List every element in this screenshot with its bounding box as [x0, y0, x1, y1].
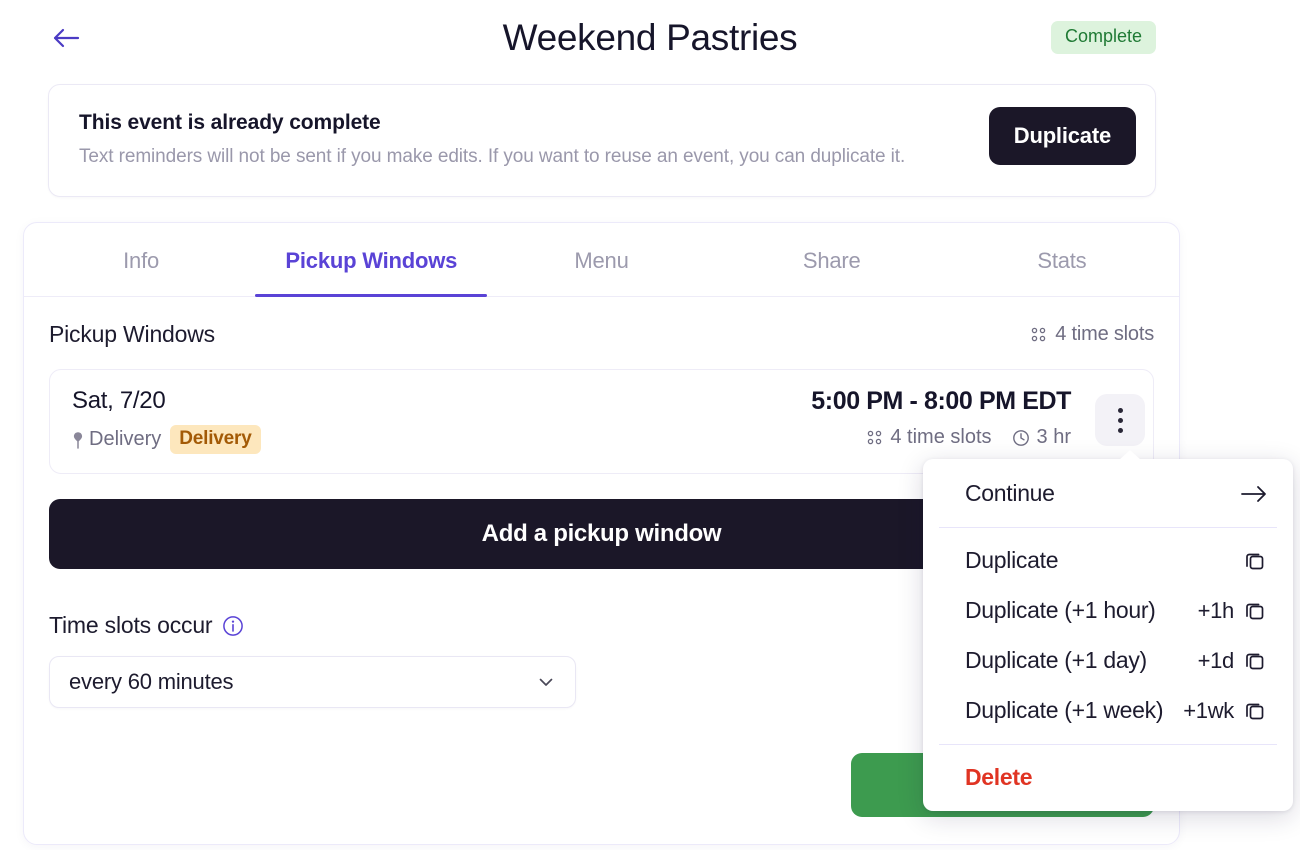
menu-item-delete[interactable]: Delete: [923, 753, 1293, 803]
menu-item-duplicate-plus-1-hour[interactable]: Duplicate (+1 hour) +1h: [923, 586, 1293, 636]
menu-item-duplicate-plus-1-hour-right: +1h: [1198, 598, 1267, 624]
tab-stats[interactable]: Stats: [947, 223, 1177, 296]
time-slots-occur-select[interactable]: every 60 minutes: [49, 656, 576, 708]
page-header: Weekend Pastries Complete: [0, 0, 1300, 75]
section-slot-count: 4 time slots: [1030, 323, 1154, 346]
copy-icon: [1243, 549, 1267, 573]
section-title: Pickup Windows: [49, 321, 215, 348]
kebab-dot: [1118, 428, 1123, 433]
alert-action: Duplicate: [989, 107, 1136, 165]
pickup-window-slot-count-label: 4 time slots: [890, 426, 991, 449]
tab-menu[interactable]: Menu: [486, 223, 716, 296]
menu-item-continue[interactable]: Continue: [923, 469, 1293, 519]
menu-item-continue-right: [1241, 484, 1267, 504]
event-complete-alert: This event is already complete Text remi…: [48, 84, 1156, 197]
copy-icon: [1243, 699, 1267, 723]
delivery-chip: Delivery: [170, 425, 260, 454]
alert-subtitle: Text reminders will not be sent if you m…: [79, 146, 1125, 168]
kebab-dot: [1118, 418, 1123, 423]
tab-pickup-windows[interactable]: Pickup Windows: [256, 223, 486, 296]
pickup-window-duration: 3 hr: [1012, 426, 1071, 449]
pickup-window-kebab-menu-button[interactable]: [1095, 394, 1145, 446]
clock-icon: [1012, 429, 1030, 447]
menu-item-duplicate-right: [1234, 549, 1267, 573]
menu-item-duplicate-plus-1-week-badge: +1wk: [1183, 698, 1234, 724]
back-button[interactable]: [48, 20, 84, 56]
menu-item-continue-label: Continue: [965, 480, 1055, 507]
menu-separator: [939, 744, 1277, 745]
pickup-window-location: Delivery: [72, 428, 161, 451]
copy-icon: [1243, 649, 1267, 673]
pickup-window-stats: 4 time slots 3 hr: [811, 426, 1071, 449]
pickup-window-left: Sat, 7/20 Delivery Delivery: [72, 387, 261, 454]
time-slots-occur-label: Time slots occur: [49, 612, 212, 639]
pickup-window-location-label: Delivery: [89, 428, 161, 451]
pickup-window-subrow: Delivery Delivery: [72, 425, 261, 454]
pickup-window-context-menu: Continue Duplicate Duplicate (+1 hour): [923, 459, 1293, 811]
pickup-window-right: 5:00 PM - 8:00 PM EDT 4 time slots: [811, 387, 1131, 449]
alert-title: This event is already complete: [79, 111, 1125, 135]
chevron-down-icon: [535, 671, 557, 693]
menu-item-duplicate[interactable]: Duplicate: [923, 536, 1293, 586]
tab-share[interactable]: Share: [717, 223, 947, 296]
menu-item-duplicate-label: Duplicate: [965, 547, 1058, 574]
arrow-left-icon: [51, 26, 81, 50]
menu-item-duplicate-plus-1-day-label: Duplicate (+1 day): [965, 647, 1147, 674]
pickup-window-duration-label: 3 hr: [1037, 426, 1071, 449]
tab-bar: Info Pickup Windows Menu Share Stats: [24, 223, 1179, 297]
map-pin-icon: [72, 431, 84, 449]
grid-dots-icon: [866, 429, 883, 446]
info-circle-icon[interactable]: [222, 615, 244, 637]
tab-info[interactable]: Info: [26, 223, 256, 296]
time-slots-occur-value: every 60 minutes: [69, 669, 233, 695]
menu-item-duplicate-plus-1-day[interactable]: Duplicate (+1 day) +1d: [923, 636, 1293, 686]
copy-icon: [1243, 599, 1267, 623]
menu-item-duplicate-plus-1-hour-badge: +1h: [1198, 598, 1234, 624]
pickup-window-date: Sat, 7/20: [72, 387, 261, 415]
menu-item-duplicate-plus-1-day-badge: +1d: [1198, 648, 1234, 674]
kebab-dot: [1118, 408, 1123, 413]
menu-item-delete-label: Delete: [965, 764, 1032, 791]
duplicate-event-button[interactable]: Duplicate: [989, 107, 1136, 165]
menu-item-duplicate-plus-1-week-right: +1wk: [1183, 698, 1267, 724]
grid-dots-icon: [1030, 326, 1047, 343]
arrow-right-icon: [1241, 484, 1267, 504]
status-badge: Complete: [1051, 21, 1156, 54]
section-header: Pickup Windows 4 time slots: [49, 321, 1154, 348]
menu-item-duplicate-plus-1-hour-label: Duplicate (+1 hour): [965, 597, 1156, 624]
menu-item-duplicate-plus-1-day-right: +1d: [1198, 648, 1267, 674]
menu-item-duplicate-plus-1-week-label: Duplicate (+1 week): [965, 697, 1163, 724]
pickup-window-time: 5:00 PM - 8:00 PM EDT: [811, 387, 1071, 416]
menu-item-duplicate-plus-1-week[interactable]: Duplicate (+1 week) +1wk: [923, 686, 1293, 736]
pickup-window-slot-count: 4 time slots: [866, 426, 991, 449]
menu-separator: [939, 527, 1277, 528]
section-slot-count-label: 4 time slots: [1055, 323, 1154, 346]
